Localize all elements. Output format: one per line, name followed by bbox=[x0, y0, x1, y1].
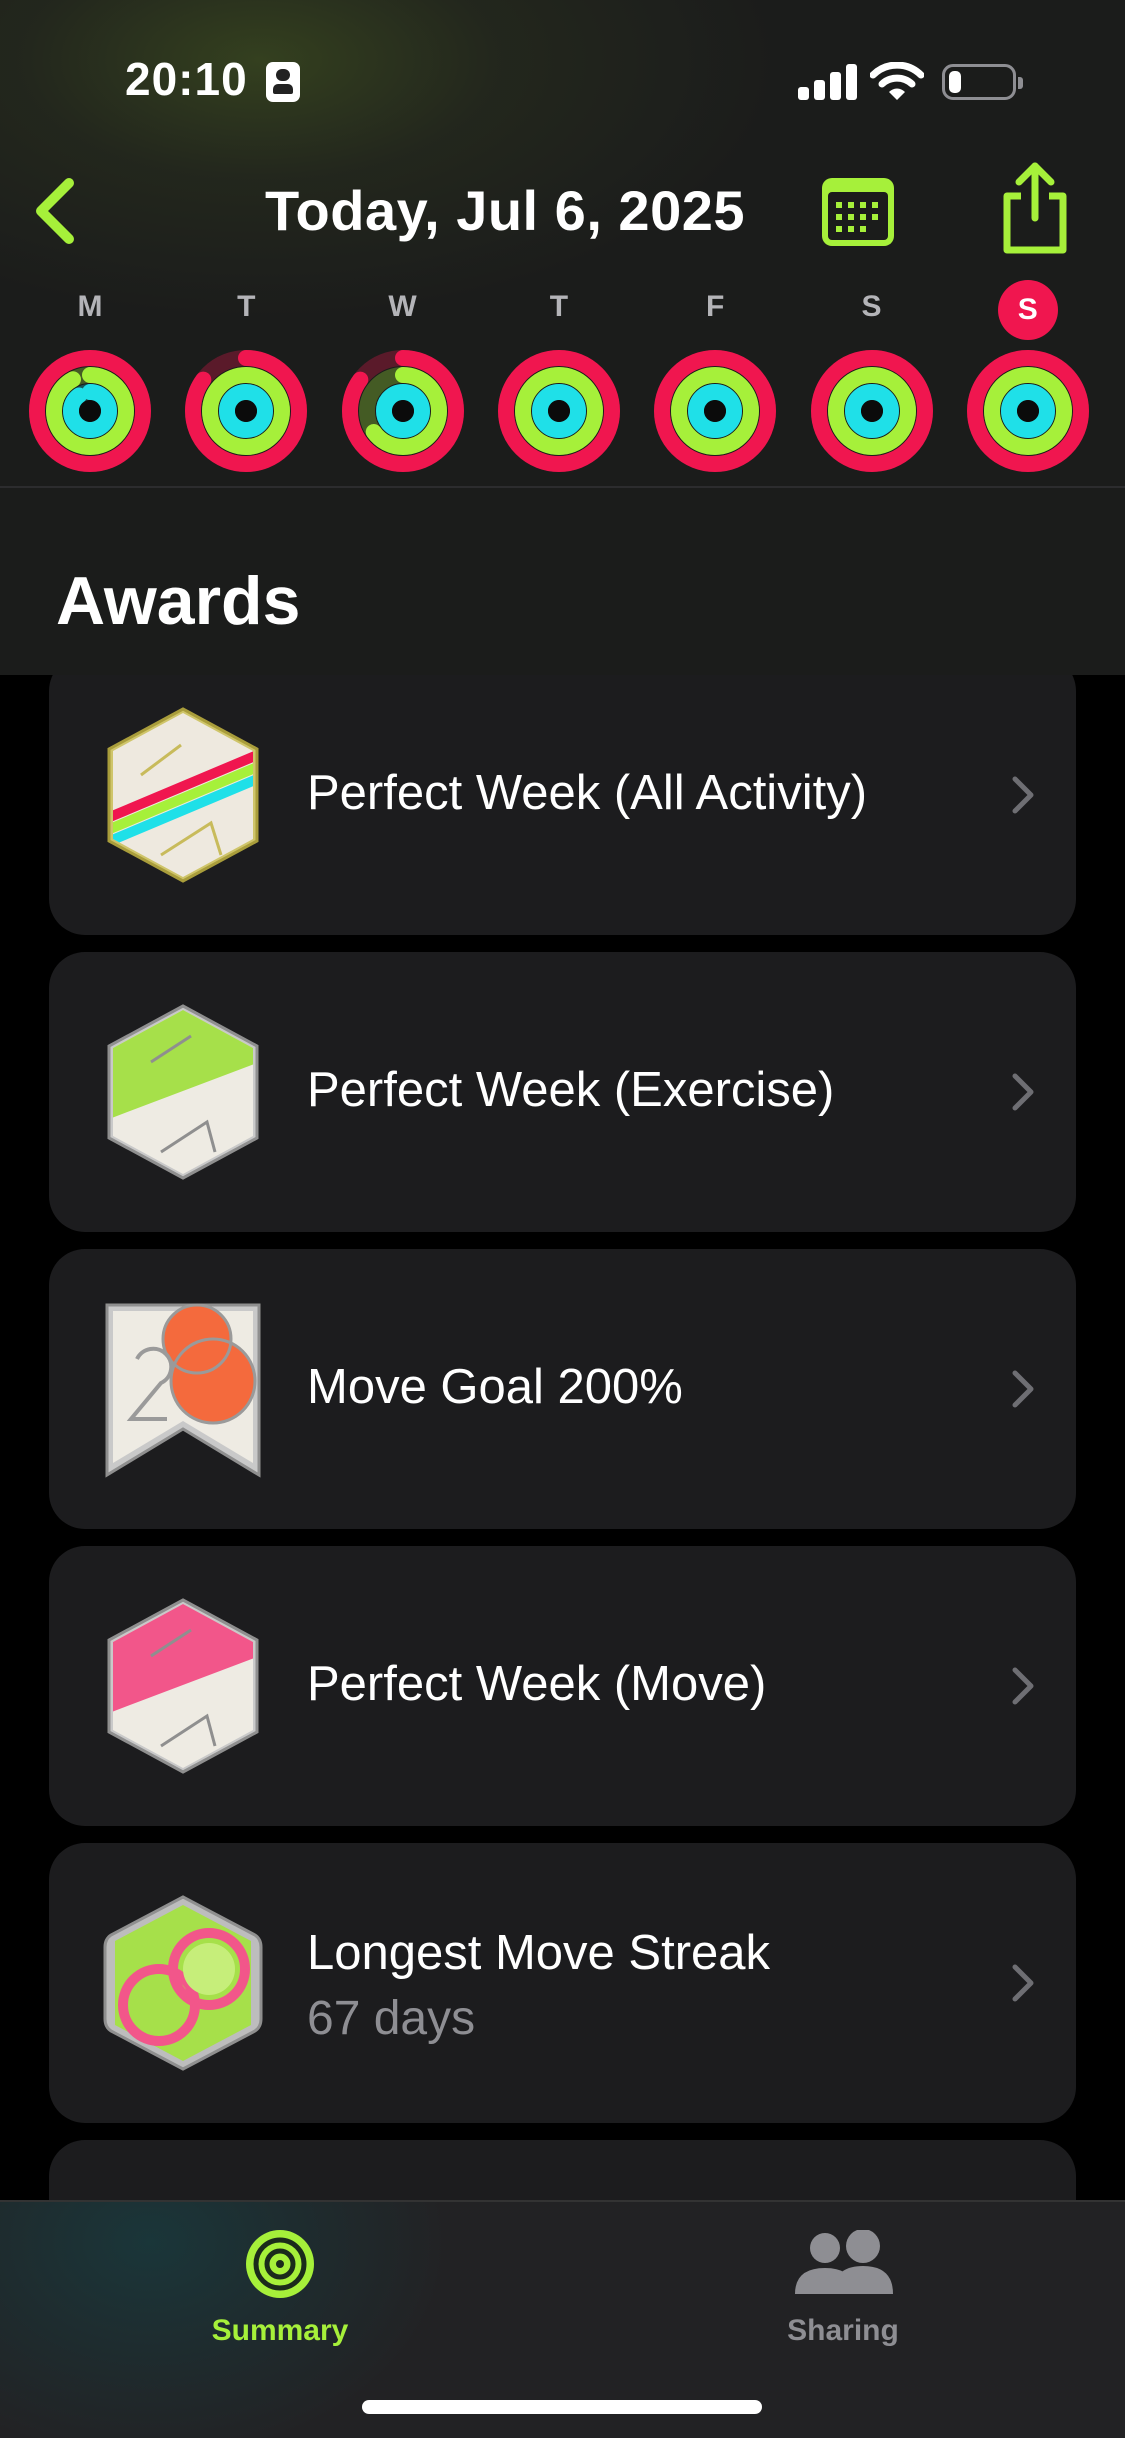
day-0[interactable]: M bbox=[25, 280, 155, 480]
share-button[interactable] bbox=[995, 160, 1075, 256]
chevron-right-icon bbox=[1012, 1370, 1034, 1408]
award-card-partial[interactable] bbox=[49, 2140, 1076, 2200]
awards-list: Perfect Week (All Activity) Perfect Week… bbox=[0, 675, 1125, 2200]
award-card-perfect-week-move[interactable]: Perfect Week (Move) bbox=[49, 1546, 1076, 1826]
calendar-button[interactable] bbox=[820, 174, 896, 250]
day-2[interactable]: W bbox=[338, 280, 468, 480]
award-badge-partial bbox=[101, 2190, 265, 2200]
award-title: Move Goal 200% bbox=[307, 1360, 683, 1414]
day-label: T bbox=[549, 290, 569, 323]
status-time: 20:10 bbox=[125, 53, 248, 105]
day-label: T bbox=[237, 290, 256, 323]
activity-rings-icon bbox=[29, 350, 151, 472]
week-strip: MTWTFSS bbox=[0, 280, 1125, 480]
activity-rings-icon bbox=[341, 350, 464, 472]
award-card-perfect-week-exercise[interactable]: Perfect Week (Exercise) bbox=[49, 952, 1076, 1232]
activity-rings-icon bbox=[185, 350, 308, 472]
award-title: Perfect Week (Move) bbox=[307, 1657, 767, 1711]
home-indicator bbox=[362, 2400, 762, 2414]
award-title: Perfect Week (All Activity) bbox=[307, 766, 868, 820]
tab-sharing-label: Sharing bbox=[787, 2314, 899, 2347]
chevron-right-icon bbox=[1012, 1667, 1034, 1705]
day-3[interactable]: T bbox=[494, 280, 624, 480]
day-label: S bbox=[861, 290, 882, 323]
perfect-week-all-badge bbox=[107, 707, 259, 883]
header-divider bbox=[0, 486, 1125, 488]
battery-icon bbox=[942, 64, 1023, 100]
day-label: F bbox=[706, 290, 725, 323]
day-label: W bbox=[388, 290, 417, 323]
award-card-move-goal-200[interactable]: Move Goal 200% bbox=[49, 1249, 1076, 1529]
tab-summary[interactable]: Summary bbox=[130, 2202, 430, 2362]
day-label: S bbox=[997, 280, 1058, 340]
chevron-right-icon bbox=[1012, 776, 1034, 814]
activity-rings-icon bbox=[810, 350, 933, 472]
sharing-people-icon bbox=[795, 2230, 893, 2294]
day-6[interactable]: S bbox=[963, 280, 1093, 480]
move-goal-200-badge bbox=[105, 1303, 261, 1478]
summary-rings-icon bbox=[246, 2230, 314, 2298]
day-label: M bbox=[77, 290, 103, 323]
status-bar: 20:10 bbox=[0, 0, 1125, 160]
award-subtitle: 67 days bbox=[307, 1992, 476, 2045]
award-title: Longest Move Streak bbox=[307, 1926, 771, 1980]
award-card-perfect-week-all[interactable]: Perfect Week (All Activity) bbox=[49, 675, 1076, 935]
perfect-week-move-badge bbox=[107, 1598, 259, 1774]
longest-move-streak-badge bbox=[103, 1895, 263, 2071]
contact-card-icon bbox=[266, 62, 300, 102]
day-5[interactable]: S bbox=[807, 280, 937, 480]
tab-sharing[interactable]: Sharing bbox=[693, 2202, 993, 2362]
chevron-right-icon bbox=[1012, 1073, 1034, 1111]
award-title: Perfect Week (Exercise) bbox=[307, 1063, 835, 1117]
activity-rings-icon bbox=[497, 350, 620, 472]
chevron-right-icon bbox=[1012, 1964, 1034, 2002]
activity-rings-icon bbox=[654, 350, 777, 472]
tab-summary-label: Summary bbox=[211, 2314, 349, 2347]
wifi-icon bbox=[870, 62, 924, 100]
cellular-signal-icon bbox=[798, 64, 857, 100]
activity-rings-icon bbox=[966, 350, 1089, 472]
perfect-week-exercise-badge bbox=[107, 1004, 259, 1180]
day-4[interactable]: F bbox=[650, 280, 780, 480]
award-card-longest-move-streak[interactable]: Longest Move Streak 67 days bbox=[49, 1843, 1076, 2123]
navigation-bar: Today, Jul 6, 2025 bbox=[0, 160, 1125, 260]
awards-heading: Awards bbox=[56, 563, 301, 639]
day-1[interactable]: T bbox=[181, 280, 311, 480]
